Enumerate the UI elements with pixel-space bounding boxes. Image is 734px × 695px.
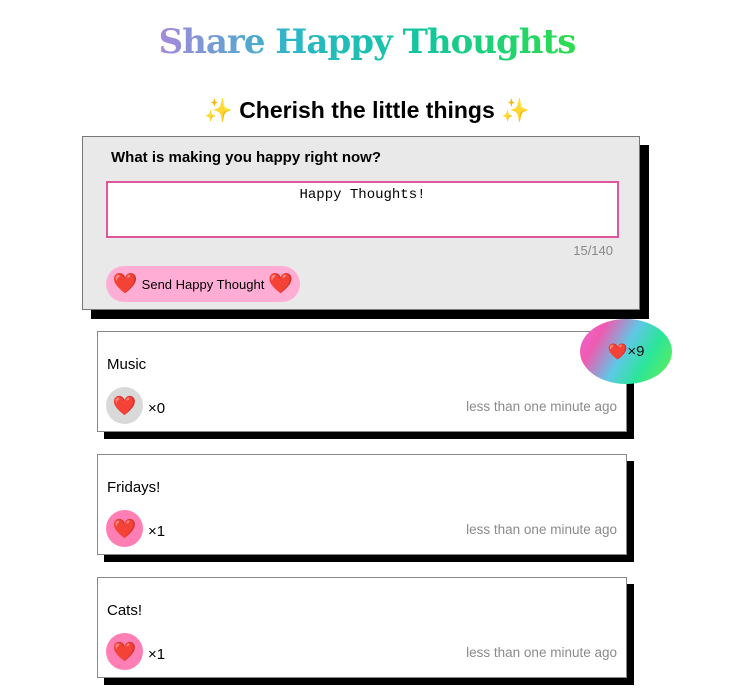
like-button[interactable]: ❤️ xyxy=(106,387,143,424)
heart-icon: ❤️ xyxy=(112,395,137,417)
thought-prompt-label: What is making you happy right now? xyxy=(111,149,382,166)
heart-icon: ❤️ xyxy=(268,273,294,295)
heart-icon: ❤️ xyxy=(112,518,137,540)
thought-card: Cats! ❤️ ×1 less than one minute ago xyxy=(97,577,627,678)
like-button[interactable]: ❤️ xyxy=(106,633,143,670)
thought-timestamp: less than one minute ago xyxy=(466,645,617,660)
thought-timestamp: less than one minute ago xyxy=(466,399,617,414)
like-button[interactable]: ❤️ xyxy=(106,510,143,547)
send-thought-button[interactable]: ❤️ Send Happy Thought ❤️ xyxy=(106,266,300,302)
like-count: ×0 xyxy=(148,400,166,417)
total-likes-badge: ❤️ ×9 xyxy=(580,319,672,384)
heart-icon: ❤️ xyxy=(112,641,137,663)
page-subtitle: ✨ Cherish the little things ✨ xyxy=(204,97,530,123)
thought-card: Music ❤️ ×0 less than one minute ago xyxy=(97,331,627,432)
heart-icon: ❤️ xyxy=(607,343,628,361)
thought-card: Fridays! ❤️ ×1 less than one minute ago xyxy=(97,454,627,555)
thought-input[interactable]: Happy Thoughts! xyxy=(106,181,619,238)
page-title: Share Happy Thoughts xyxy=(0,22,734,62)
thought-form: What is making you happy right now? Happ… xyxy=(82,136,640,310)
character-counter: 15/140 xyxy=(573,243,613,258)
total-likes-count: ×9 xyxy=(627,343,645,360)
thought-timestamp: less than one minute ago xyxy=(466,522,617,537)
like-count: ×1 xyxy=(148,523,166,540)
thought-text: Music xyxy=(107,356,147,373)
like-count: ×1 xyxy=(148,646,166,663)
thought-text: Cats! xyxy=(107,602,143,619)
send-button-label: Send Happy Thought xyxy=(141,276,265,292)
heart-icon: ❤️ xyxy=(112,273,138,295)
thought-text: Fridays! xyxy=(107,479,161,496)
